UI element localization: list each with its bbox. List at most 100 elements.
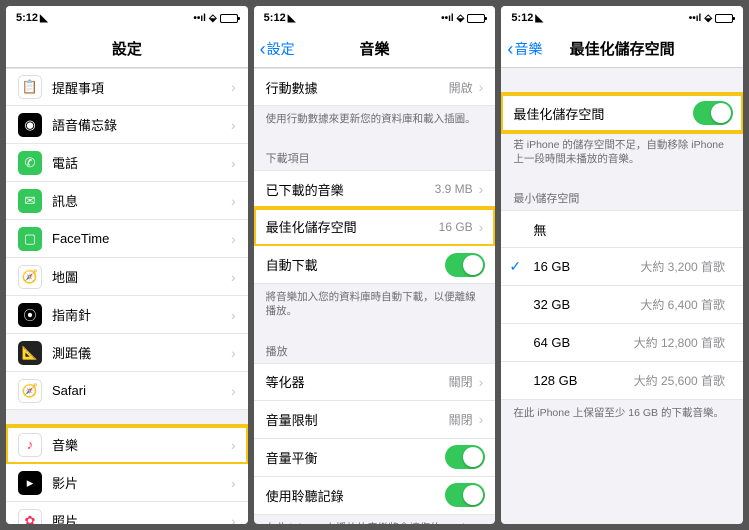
settings-row-safari[interactable]: 🧭Safari› [6,372,248,410]
storage-option-128GB[interactable]: 128 GB大約 25,600 首歌 [501,362,743,400]
label: 使用聆聽記錄 [266,486,446,505]
signal-icon: ••ıl [193,13,206,24]
settings-row-music[interactable]: ♪ 音樂› [6,426,248,464]
chevron-right-icon: › [231,383,236,399]
toggle-auto-download[interactable] [445,253,485,277]
row-eq[interactable]: 等化器 關閉 › [254,363,496,401]
label: 影片 [52,473,231,492]
chevron-right-icon: › [231,475,236,491]
screenshot-optimize-storage: 5:12◣ ••ıl ⬙ ‹ 音樂 最佳化儲存空間 最佳化儲存空間 若 iPho… [501,6,743,524]
row-optimize-storage[interactable]: 最佳化儲存空間 16 GB › [254,208,496,246]
label: 音量限制 [266,410,449,429]
settings-row-measure[interactable]: 📐測距儀› [6,334,248,372]
header-min-storage: 最小儲存空間 [501,176,743,210]
toggle-listening-history[interactable] [445,483,485,507]
chevron-right-icon: › [479,219,484,235]
settings-row-photos[interactable]: ✿ 照片› [6,502,248,524]
nav-bar: ‹ 音樂 最佳化儲存空間 [501,30,743,68]
label: 32 GB [533,297,640,312]
facetime-icon: ▢ [18,227,42,251]
label: 音樂 [52,435,231,454]
back-label: 設定 [267,39,295,59]
status-bar: 5:12◣ ••ıl ⬙ [501,6,743,30]
row-optimize-toggle[interactable]: 最佳化儲存空間 [501,94,743,132]
wifi-icon: ⬙ [457,13,465,24]
tv-icon: ▸ [18,471,42,495]
signal-icon: ••ıl [689,13,702,24]
location-icon: ◣ [535,13,543,24]
row-downloaded-music[interactable]: 已下載的音樂 3.9 MB › [254,170,496,208]
compass-icon: ⦿ [18,303,42,327]
battery-icon [715,14,733,23]
toggle-sound-check[interactable] [445,445,485,469]
settings-row-reminders[interactable]: 📋提醒事項› [6,68,248,106]
chevron-right-icon: › [231,193,236,209]
status-bar: 5:12◣ ••ıl ⬙ [254,6,496,30]
label: 電話 [52,153,231,172]
status-right: ••ıl ⬙ [689,13,733,24]
label: Safari [52,383,231,398]
phone-icon: ✆ [18,151,42,175]
chevron-right-icon: › [231,437,236,453]
value: 關閉 [449,411,473,428]
settings-list[interactable]: 📋提醒事項›◉語音備忘錄›✆電話›✉訊息›▢FaceTime›🧭地圖›⦿指南針›… [6,68,248,524]
chevron-right-icon: › [479,181,484,197]
value: 大約 25,600 首歌 [634,372,725,389]
label: 指南針 [52,305,231,324]
optimize-list[interactable]: 最佳化儲存空間 若 iPhone 的儲存空間不足，自動移除 iPhone 上一段… [501,68,743,524]
chevron-right-icon: › [479,79,484,95]
settings-row-tv[interactable]: ▸ 影片› [6,464,248,502]
back-button[interactable]: ‹ 音樂 [507,39,542,59]
chevron-right-icon: › [231,345,236,361]
chevron-left-icon: ‹ [260,40,266,58]
label: 最佳化儲存空間 [513,104,693,123]
chevron-right-icon: › [479,374,484,390]
settings-row-maps[interactable]: 🧭 地圖› [6,258,248,296]
storage-option-無[interactable]: 無 [501,210,743,248]
row-cellular-data[interactable]: 行動數據 開啟 › [254,68,496,106]
back-button[interactable]: ‹ 設定 [260,39,295,59]
value: 開啟 [449,79,473,96]
screenshot-music-settings: 5:12◣ ••ıl ⬙ ‹ 設定 音樂 行動數據 開啟 › 使用行動數據來更新… [254,6,496,524]
label: 最佳化儲存空間 [266,217,439,236]
row-volume-limit[interactable]: 音量限制 關閉 › [254,401,496,439]
chevron-right-icon: › [231,155,236,171]
label: 訊息 [52,191,231,210]
photos-icon: ✿ [18,509,42,525]
footer-min-storage: 在此 iPhone 上保留至少 16 GB 的下載音樂。 [501,400,743,430]
row-listening-history[interactable]: 使用聆聽記錄 [254,477,496,515]
music-settings-list[interactable]: 行動數據 開啟 › 使用行動數據來更新您的資料庫和載入插圖。 下載項目 已下載的… [254,68,496,524]
label: 音量平衡 [266,448,446,467]
settings-row-facetime[interactable]: ▢FaceTime› [6,220,248,258]
storage-option-16GB[interactable]: ✓16 GB大約 3,200 首歌 [501,248,743,286]
chevron-right-icon: › [231,307,236,323]
label: 16 GB [533,259,640,274]
settings-row-compass[interactable]: ⦿ 指南針› [6,296,248,334]
maps-icon: 🧭 [18,265,42,289]
toggle-optimize-storage[interactable] [693,101,733,125]
storage-option-32GB[interactable]: 32 GB大約 6,400 首歌 [501,286,743,324]
label: 地圖 [52,267,231,286]
label: 已下載的音樂 [266,180,435,199]
label: 照片 [52,511,231,524]
chevron-right-icon: › [231,269,236,285]
chevron-right-icon: › [231,231,236,247]
status-time: 5:12 [16,12,38,24]
footer-downloads: 將音樂加入您的資料庫時自動下載，以便離線播放。 [254,284,496,328]
settings-row-messages[interactable]: ✉訊息› [6,182,248,220]
row-sound-check[interactable]: 音量平衡 [254,439,496,477]
storage-option-64GB[interactable]: 64 GB大約 12,800 首歌 [501,324,743,362]
label: 128 GB [533,373,633,388]
value: 大約 12,800 首歌 [634,334,725,351]
music-icon: ♪ [18,433,42,457]
settings-row-voicememos[interactable]: ◉語音備忘錄› [6,106,248,144]
nav-title: 設定 [6,38,248,59]
measure-icon: 📐 [18,341,42,365]
signal-icon: ••ıl [441,13,454,24]
row-auto-download[interactable]: 自動下載 [254,246,496,284]
settings-row-phone[interactable]: ✆ 電話› [6,144,248,182]
chevron-right-icon: › [231,513,236,525]
label: 等化器 [266,372,449,391]
label: 語音備忘錄 [52,115,231,134]
chevron-right-icon: › [231,117,236,133]
